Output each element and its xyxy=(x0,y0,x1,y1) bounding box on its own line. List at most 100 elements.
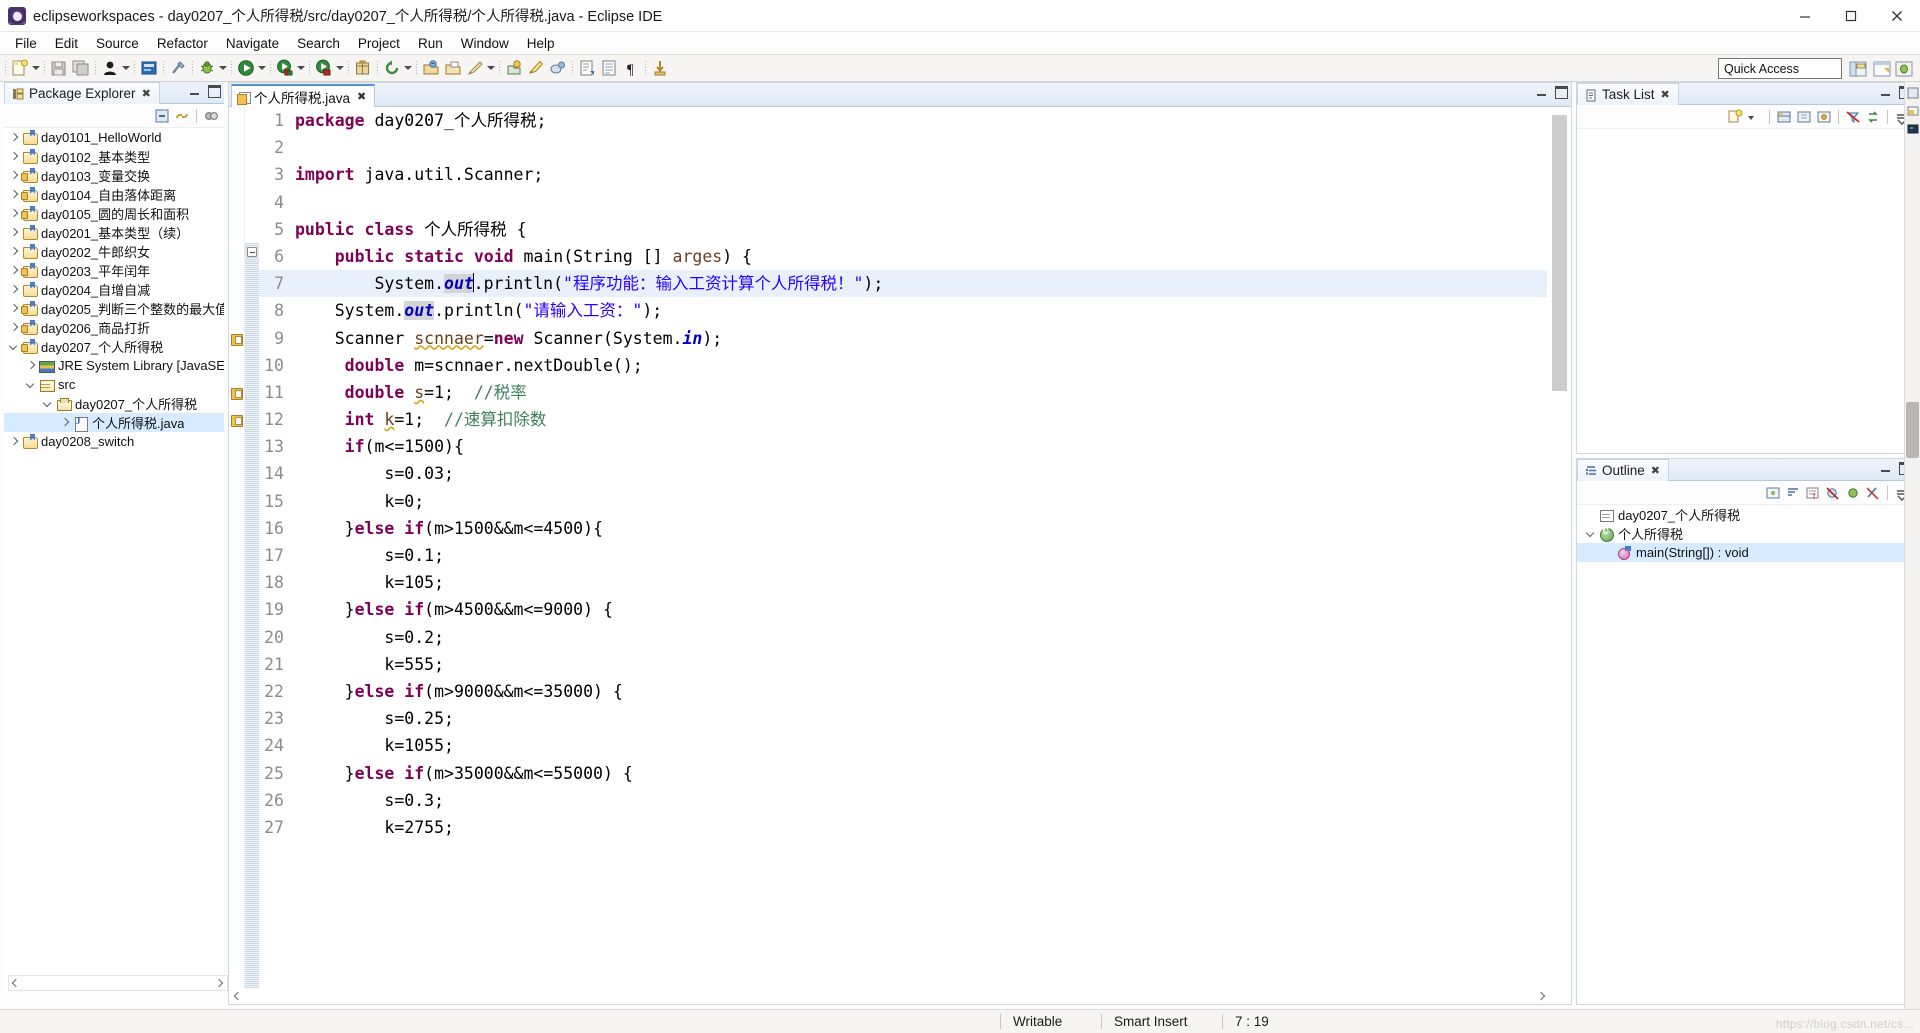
tree-item[interactable]: day0102_基本类型 xyxy=(4,147,224,166)
chevron-right-icon[interactable] xyxy=(6,318,21,337)
package-explorer-hscrollbar[interactable] xyxy=(8,975,228,991)
close-icon[interactable]: ✖ xyxy=(1651,464,1660,477)
tree-item[interactable]: day0105_圆的周长和面积 xyxy=(4,204,224,223)
chevron-down-icon[interactable] xyxy=(1583,524,1598,543)
code-line[interactable]: 20 s=0.2; xyxy=(259,624,1547,651)
pilcrow-icon[interactable]: ¶ xyxy=(621,58,641,78)
warning-marker-icon[interactable] xyxy=(231,414,243,428)
refresh-icon[interactable] xyxy=(382,58,402,78)
tree-item[interactable]: src xyxy=(4,375,224,394)
previous-annotation-icon[interactable] xyxy=(526,58,546,78)
code-line[interactable]: 16 }else if(m>1500&&m<=4500){ xyxy=(259,515,1547,542)
editor-annotation-ruler[interactable] xyxy=(229,107,245,988)
new-package-icon[interactable] xyxy=(353,58,373,78)
search-dropdown-icon[interactable] xyxy=(486,58,496,78)
refresh-dropdown-icon[interactable] xyxy=(403,58,413,78)
outline-item[interactable]: main(String[]) : void xyxy=(1577,543,1915,562)
code-line[interactable]: 1 package day0207_个人所得税; xyxy=(259,107,1547,134)
link-with-editor-icon[interactable] xyxy=(173,107,191,125)
code-text[interactable]: double s=1; //税率 xyxy=(295,379,1547,406)
chevron-right-icon[interactable] xyxy=(6,299,21,318)
maximize-icon[interactable] xyxy=(1555,86,1568,99)
code-text[interactable]: if(m<=1500){ xyxy=(295,433,1547,460)
scrollbar-thumb[interactable] xyxy=(1552,115,1567,391)
new-wizard-icon[interactable] xyxy=(10,58,30,78)
chevron-right-icon[interactable] xyxy=(6,185,21,204)
code-line[interactable]: 18 k=105; xyxy=(259,569,1547,596)
tree-item[interactable]: day0207_个人所得税 xyxy=(4,337,224,356)
package-explorer-tree[interactable]: day0101_HelloWorld day0102_基本类型 day0103_变量… xyxy=(4,128,224,991)
coverage-icon[interactable] xyxy=(314,58,334,78)
code-line[interactable]: 22 }else if(m>9000&&m<=35000) { xyxy=(259,678,1547,705)
tab-package-explorer[interactable]: Package Explorer ✖ xyxy=(4,82,160,104)
last-edit-icon[interactable] xyxy=(548,58,568,78)
code-line[interactable]: 4 xyxy=(259,189,1547,216)
chevron-right-icon[interactable] xyxy=(57,413,72,432)
toolbar-grip[interactable] xyxy=(4,60,7,76)
code-text[interactable]: }else if(m>4500&&m<=9000) { xyxy=(295,596,1547,623)
tree-item[interactable]: day0202_牛郎织女 xyxy=(4,242,224,261)
console-icon[interactable] xyxy=(1906,122,1920,136)
code-text[interactable]: System.out.println("请输入工资："); xyxy=(295,297,1547,324)
chevron-right-icon[interactable] xyxy=(23,356,38,375)
code-line[interactable]: 14 s=0.03; xyxy=(259,460,1547,487)
task-list-body[interactable] xyxy=(1577,131,1915,453)
scroll-left-icon[interactable] xyxy=(231,989,245,1003)
editor-folding-ruler[interactable] xyxy=(245,107,259,988)
code-text[interactable]: k=0; xyxy=(295,488,1547,515)
tree-item[interactable]: day0208_switch xyxy=(4,432,224,451)
code-text[interactable] xyxy=(295,189,1547,216)
new-task-dropdown-icon[interactable] xyxy=(1746,108,1764,126)
quick-access-input[interactable]: Quick Access xyxy=(1718,58,1842,79)
code-text[interactable]: s=0.25; xyxy=(295,705,1547,732)
menu-navigate[interactable]: Navigate xyxy=(217,34,288,53)
outline-tree[interactable]: day0207_个人所得税个人所得税 main(String[]) : void xyxy=(1577,505,1915,1004)
minimize-icon[interactable] xyxy=(189,85,202,98)
rail-scrollbar-thumb[interactable] xyxy=(1906,402,1919,458)
code-line[interactable]: 10 double m=scnnaer.nextDouble(); xyxy=(259,352,1547,379)
tab-task-list[interactable]: Task List ✖ xyxy=(1577,83,1679,105)
save-icon[interactable] xyxy=(49,58,69,78)
maximize-icon[interactable] xyxy=(1828,0,1874,32)
tree-item[interactable]: day0206_商品打折 xyxy=(4,318,224,337)
code-text[interactable]: import java.util.Scanner; xyxy=(295,161,1547,188)
code-text[interactable]: int k=1; //速算扣除数 xyxy=(295,406,1547,433)
search-icon[interactable] xyxy=(465,58,485,78)
tree-item[interactable]: day0104_自由落体距离 xyxy=(4,185,224,204)
tree-item[interactable]: JRE System Library [JavaSE- xyxy=(4,356,224,375)
back-icon[interactable] xyxy=(577,58,597,78)
tree-item[interactable]: day0101_HelloWorld xyxy=(4,128,224,147)
code-line[interactable]: 17 s=0.1; xyxy=(259,542,1547,569)
code-text[interactable]: package day0207_个人所得税; xyxy=(295,107,1547,134)
run-last-dropdown-icon[interactable] xyxy=(296,58,306,78)
hide-fields-icon[interactable]: f xyxy=(1804,484,1822,502)
external-tools-icon[interactable] xyxy=(168,58,188,78)
code-line[interactable]: 23 s=0.25; xyxy=(259,705,1547,732)
code-line[interactable]: 15 k=0; xyxy=(259,488,1547,515)
scroll-right-icon[interactable] xyxy=(213,976,227,990)
new-wizard-dropdown-icon[interactable] xyxy=(31,58,41,78)
code-line[interactable]: 9 Scanner scnnaer=new Scanner(System.in)… xyxy=(259,325,1547,352)
chevron-down-icon[interactable] xyxy=(23,375,38,394)
close-icon[interactable]: ✖ xyxy=(142,87,151,100)
code-text[interactable]: k=2755; xyxy=(295,814,1547,841)
code-text[interactable]: s=0.03; xyxy=(295,460,1547,487)
tree-item[interactable]: 个人所得税.java xyxy=(4,413,224,432)
chevron-right-icon[interactable] xyxy=(6,166,21,185)
open-task-icon[interactable] xyxy=(443,58,463,78)
code-line[interactable]: 21 k=555; xyxy=(259,651,1547,678)
code-line[interactable]: 2 xyxy=(259,134,1547,161)
chevron-right-icon[interactable] xyxy=(6,204,21,223)
next-annotation-icon[interactable] xyxy=(504,58,524,78)
synchronize-icon[interactable] xyxy=(1864,108,1882,126)
hide-static-icon[interactable] xyxy=(1824,484,1842,502)
tree-item[interactable]: day0201_基本类型（续） xyxy=(4,223,224,242)
code-text[interactable]: k=105; xyxy=(295,569,1547,596)
hide-nonpublic-icon[interactable] xyxy=(1844,484,1862,502)
scroll-right-icon[interactable] xyxy=(1535,989,1549,1003)
menu-project[interactable]: Project xyxy=(349,34,409,53)
problems-icon[interactable] xyxy=(1906,104,1920,118)
code-line[interactable]: 6 public static void main(String [] arge… xyxy=(259,243,1547,270)
run-last-tool-icon[interactable] xyxy=(275,58,295,78)
editor-vscrollbar[interactable] xyxy=(1552,109,1567,986)
